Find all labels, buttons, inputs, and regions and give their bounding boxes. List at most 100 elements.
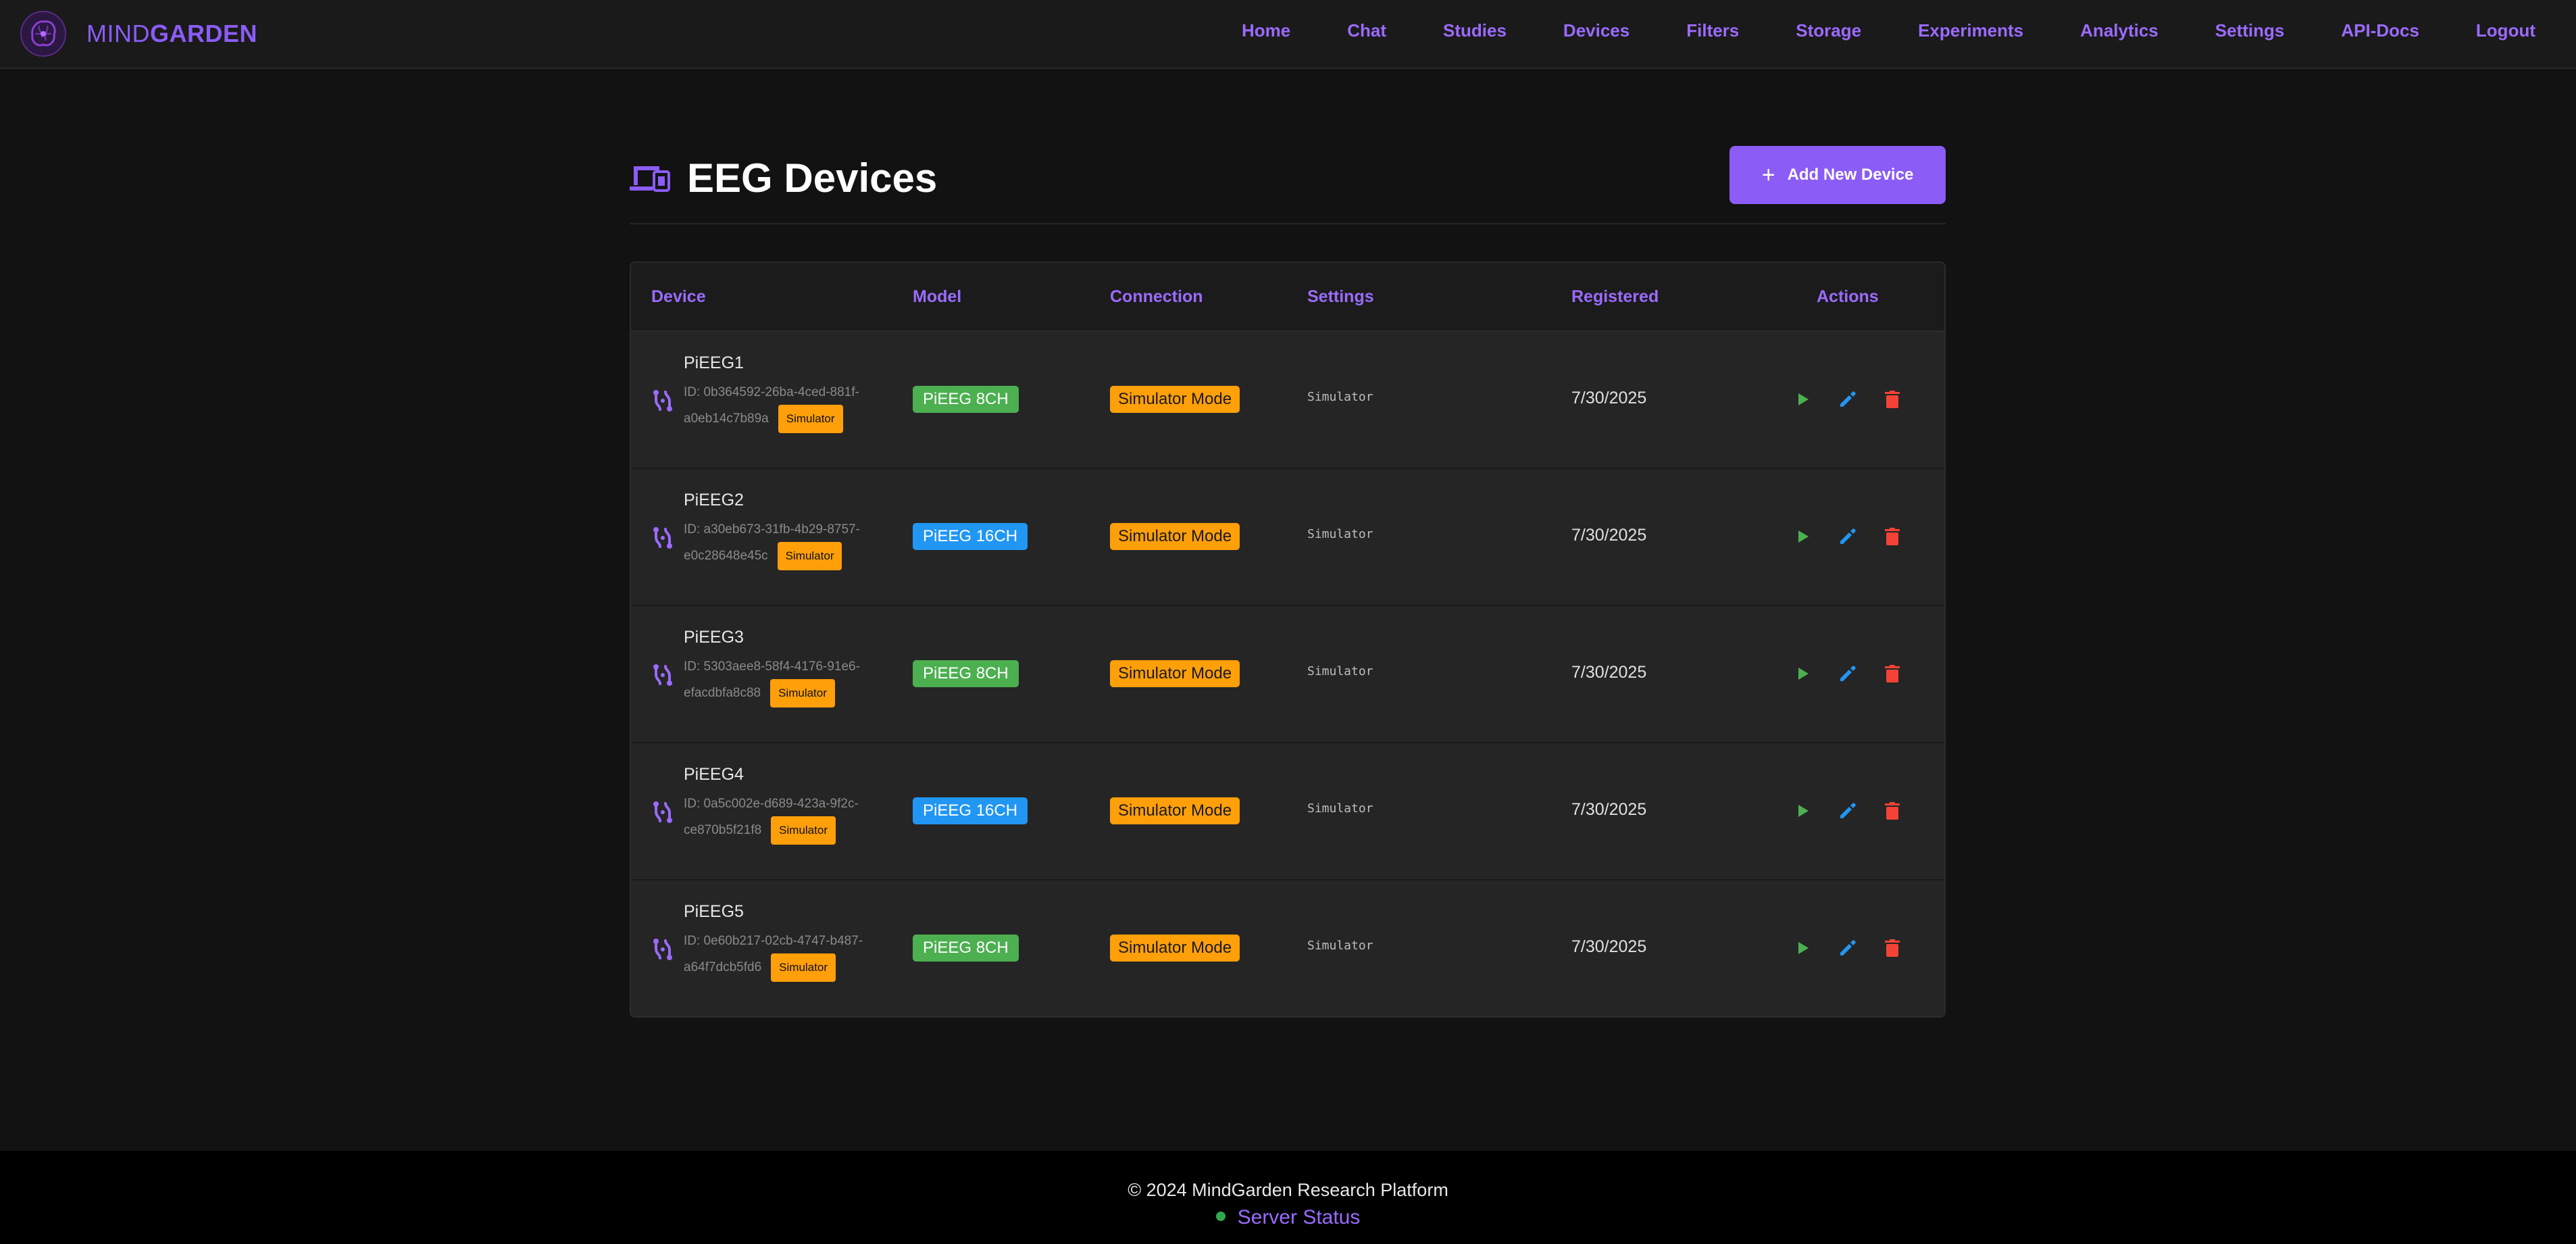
delete-device-button[interactable] <box>1880 524 1904 549</box>
brain-logo-icon <box>20 11 66 57</box>
settings-value: Simulator <box>1307 527 1373 541</box>
footer: © 2024 MindGarden Research Platform Serv… <box>0 1151 2576 1244</box>
simulator-badge: Simulator <box>771 816 836 845</box>
device-name: PiEEG4 <box>684 765 744 784</box>
nav-filters[interactable]: Filters <box>1686 20 1739 41</box>
table-row: PiEEG3 ID: 5303aee8-58f4-4176-91e6-efacd… <box>631 606 1944 743</box>
nav-settings[interactable]: Settings <box>2215 20 2285 41</box>
start-device-button[interactable] <box>1790 387 1815 412</box>
simulator-badge: Simulator <box>770 679 835 707</box>
connection-badge: Simulator Mode <box>1110 797 1240 824</box>
pencil-icon <box>1840 666 1856 681</box>
page-title: EEG Devices <box>687 155 938 201</box>
server-status: Server Status <box>0 1206 2576 1229</box>
device-id: ID: 0b364592-26ba-4ced-881f-a0eb14c7b89a… <box>684 380 874 433</box>
table-row: PiEEG4 ID: 0a5c002e-d689-423a-9f2c-ce870… <box>631 743 1944 880</box>
delete-device-button[interactable] <box>1880 662 1904 686</box>
start-device-button[interactable] <box>1790 936 1815 960</box>
page-header: EEG Devices + Add New Device <box>630 145 1946 224</box>
column-header-model: Model <box>913 287 962 306</box>
nav-studies[interactable]: Studies <box>1443 20 1507 41</box>
simulator-badge: Simulator <box>777 542 842 570</box>
edit-device-button[interactable] <box>1836 936 1860 960</box>
model-badge: PiEEG 8CH <box>913 935 1019 962</box>
edit-device-button[interactable] <box>1836 387 1860 412</box>
navbar: MINDGARDEN Home Chat Studies Devices Fil… <box>0 0 2576 69</box>
device-hub-icon <box>653 801 672 823</box>
delete-device-button[interactable] <box>1880 799 1904 823</box>
nav-storage[interactable]: Storage <box>1796 20 1861 41</box>
play-icon <box>1798 668 1809 680</box>
settings-value: Simulator <box>1307 801 1373 816</box>
brand-name-part2: GARDEN <box>150 20 258 47</box>
device-id: ID: 0e60b217-02cb-4747-b487-a64f7dcb5fd6… <box>684 929 874 982</box>
nav-logout[interactable]: Logout <box>2476 20 2535 41</box>
model-badge: PiEEG 8CH <box>913 660 1019 687</box>
simulator-badge: Simulator <box>771 953 836 982</box>
connection-badge: Simulator Mode <box>1110 935 1240 962</box>
device-hub-icon <box>653 664 672 686</box>
add-new-device-button[interactable]: + Add New Device <box>1729 146 1946 204</box>
server-status-link[interactable]: Server Status <box>1238 1206 1361 1228</box>
registered-date: 7/30/2025 <box>1571 800 1647 819</box>
trash-icon <box>1885 802 1900 820</box>
trash-icon <box>1885 939 1900 957</box>
device-name: PiEEG5 <box>684 902 744 921</box>
column-header-settings: Settings <box>1307 287 1374 306</box>
settings-value: Simulator <box>1307 939 1373 953</box>
device-id: ID: a30eb673-31fb-4b29-8757-e0c28648e45c… <box>684 518 874 570</box>
nav-links: Home Chat Studies Devices Filters Storag… <box>1185 0 2535 61</box>
table-header: Device Model Connection Settings Registe… <box>631 263 1944 332</box>
nav-api-docs[interactable]: API-Docs <box>2341 20 2419 41</box>
nav-experiments[interactable]: Experiments <box>1918 20 2023 41</box>
device-hub-icon <box>653 390 672 412</box>
registered-date: 7/30/2025 <box>1571 937 1647 956</box>
registered-date: 7/30/2025 <box>1571 663 1647 682</box>
play-icon <box>1798 942 1809 954</box>
table-row: PiEEG5 ID: 0e60b217-02cb-4747-b487-a64f7… <box>631 880 1944 1016</box>
nav-chat[interactable]: Chat <box>1347 20 1386 41</box>
copyright-text: © 2024 MindGarden Research Platform <box>1128 1180 1448 1200</box>
device-id: ID: 5303aee8-58f4-4176-91e6-efacdbfa8c88… <box>684 655 874 707</box>
trash-icon <box>1885 528 1900 545</box>
devices-icon <box>630 166 670 192</box>
model-badge: PiEEG 8CH <box>913 386 1019 413</box>
edit-device-button[interactable] <box>1836 799 1860 823</box>
delete-device-button[interactable] <box>1880 387 1904 412</box>
edit-device-button[interactable] <box>1836 662 1860 686</box>
play-icon <box>1798 805 1809 817</box>
brand-name: MINDGARDEN <box>86 20 257 48</box>
table-body: PiEEG1 ID: 0b364592-26ba-4ced-881f-a0eb1… <box>631 332 1944 1016</box>
pencil-icon <box>1840 803 1856 818</box>
device-name: PiEEG3 <box>684 628 744 647</box>
add-new-device-label: Add New Device <box>1787 166 1914 184</box>
device-name: PiEEG1 <box>684 353 744 372</box>
model-badge: PiEEG 16CH <box>913 523 1028 550</box>
pencil-icon <box>1840 940 1856 955</box>
column-header-actions: Actions <box>1817 287 1879 306</box>
start-device-button[interactable] <box>1790 662 1815 686</box>
nav-devices[interactable]: Devices <box>1563 20 1630 41</box>
status-dot-icon <box>1215 1212 1226 1222</box>
pencil-icon <box>1840 528 1856 544</box>
brand[interactable]: MINDGARDEN <box>19 7 257 61</box>
devices-table: Device Model Connection Settings Registe… <box>630 262 1946 1018</box>
delete-device-button[interactable] <box>1880 936 1904 960</box>
column-header-connection: Connection <box>1110 287 1203 306</box>
connection-badge: Simulator Mode <box>1110 386 1240 413</box>
device-id: ID: 0a5c002e-d689-423a-9f2c-ce870b5f21f8… <box>684 792 874 845</box>
start-device-button[interactable] <box>1790 799 1815 823</box>
nav-analytics[interactable]: Analytics <box>2080 20 2158 41</box>
nav-home[interactable]: Home <box>1242 20 1290 41</box>
registered-date: 7/30/2025 <box>1571 389 1647 407</box>
table-row: PiEEG2 ID: a30eb673-31fb-4b29-8757-e0c28… <box>631 469 1944 606</box>
settings-value: Simulator <box>1307 664 1373 678</box>
trash-icon <box>1885 391 1900 408</box>
start-device-button[interactable] <box>1790 524 1815 549</box>
device-hub-icon <box>653 527 672 549</box>
column-header-registered: Registered <box>1571 287 1659 306</box>
table-row: PiEEG1 ID: 0b364592-26ba-4ced-881f-a0eb1… <box>631 332 1944 469</box>
play-icon <box>1798 393 1809 405</box>
edit-device-button[interactable] <box>1836 524 1860 549</box>
connection-badge: Simulator Mode <box>1110 523 1240 550</box>
